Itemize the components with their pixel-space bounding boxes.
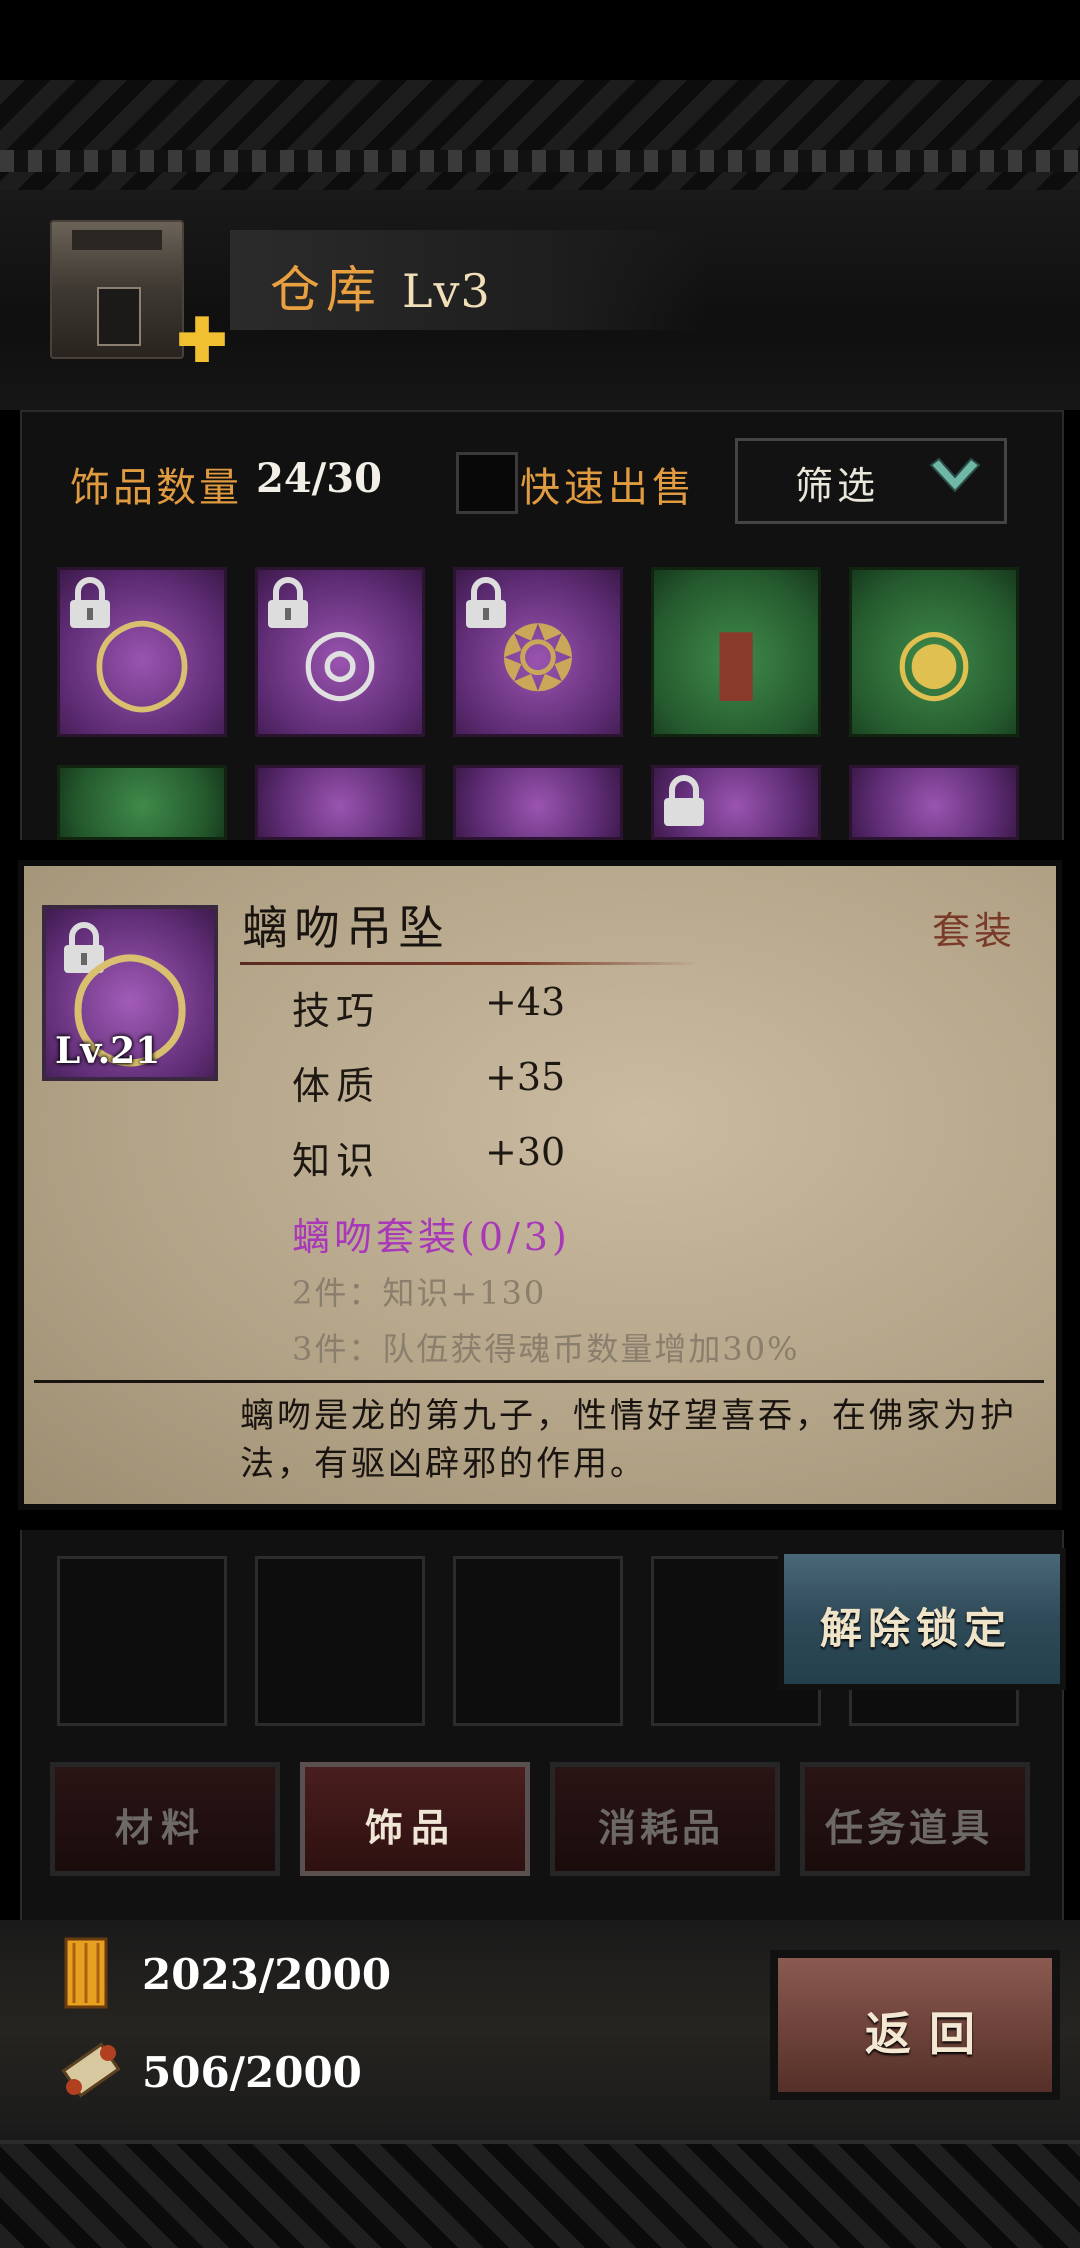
tab-accessories-label[interactable]: 饰品 <box>365 1797 457 1852</box>
set-bonus: 3件：队伍获得魂币数量增加30% <box>292 1330 800 1368</box>
storehouse-door <box>97 287 141 346</box>
name-divider <box>240 962 700 965</box>
empty-slot[interactable] <box>453 1556 623 1726</box>
accessory-count-label: 饰品数量 <box>70 465 242 511</box>
top-ornament <box>0 80 1080 194</box>
plus-icon[interactable]: ✚ <box>176 311 228 371</box>
description-divider <box>34 1380 1044 1383</box>
item-slot[interactable] <box>453 765 623 840</box>
item-slot[interactable]: ◯ <box>57 567 227 737</box>
stat-value: +30 <box>485 1130 566 1174</box>
scroll-icon <box>64 1937 108 2009</box>
tab-materials-label[interactable]: 材料 <box>115 1797 207 1852</box>
empty-slot[interactable] <box>57 1556 227 1726</box>
detail-item-level: Lv.21 <box>55 1030 161 1072</box>
quick-sell-label[interactable]: 快速出售 <box>520 455 696 513</box>
unlock-button-label[interactable]: 解除锁定 <box>820 1595 1012 1656</box>
jade-pendant-icon: ❂ <box>500 607 576 713</box>
item-slot[interactable] <box>849 765 1019 840</box>
page-title: 仓库 Lv3 <box>270 250 491 322</box>
storehouse-sign <box>72 230 162 250</box>
ring-icon: ◎ <box>300 607 380 713</box>
item-slot[interactable]: ◎ <box>255 567 425 737</box>
pendant-icon: ◯ <box>91 607 193 713</box>
bottom-ornament <box>0 2140 1080 2248</box>
item-slot[interactable]: ◉ <box>849 567 1019 737</box>
empty-slot[interactable] <box>255 1556 425 1726</box>
filter-label[interactable]: 筛选 <box>795 455 879 510</box>
stat-name: 知识 <box>292 1139 381 1183</box>
stat-name: 技巧 <box>292 989 381 1033</box>
set-bonus: 2件：知识+130 <box>292 1274 547 1312</box>
item-description: 螭吻是龙的第九子，性情好望喜吞，在佛家为护法，有驱凶辟邪的作用。 <box>240 1396 1017 1484</box>
back-button-label[interactable]: 返回 <box>865 1998 993 2064</box>
tab-consumables-label[interactable]: 消耗品 <box>598 1797 724 1852</box>
amulet-icon: ▮ <box>711 607 761 713</box>
detail-item-name: 螭吻吊坠 <box>242 901 450 955</box>
warehouse-level: Lv3 <box>402 264 491 318</box>
currency-rolled-scroll-count: 506/2000 <box>142 2048 362 2097</box>
item-slot[interactable]: ❂ <box>453 567 623 737</box>
storehouse-icon[interactable] <box>50 220 184 359</box>
currency-scroll-count: 2023/2000 <box>142 1950 392 1999</box>
rolled-scroll-icon <box>61 2042 121 2098</box>
chevron-down-icon[interactable] <box>925 455 985 501</box>
tab-quest-items-label[interactable]: 任务道具 <box>825 1797 993 1852</box>
dragon-ring-icon: ◉ <box>894 607 974 713</box>
stat-value: +43 <box>485 980 566 1024</box>
lock-icon <box>664 775 704 826</box>
quick-sell-checkbox[interactable] <box>456 452 518 514</box>
item-slot[interactable] <box>255 765 425 840</box>
item-slot[interactable]: ▮ <box>651 567 821 737</box>
title-text: 仓库 <box>270 261 382 319</box>
stat-name: 体质 <box>292 1064 381 1108</box>
stat-value: +35 <box>485 1055 566 1099</box>
item-slot[interactable] <box>57 765 227 840</box>
accessory-count-value: 24/30 <box>256 455 382 502</box>
set-tag: 套装 <box>932 909 1017 953</box>
item-slot[interactable] <box>651 765 821 840</box>
status-bar <box>0 0 1080 80</box>
set-title: 螭吻套装(0/3) <box>292 1215 571 1259</box>
